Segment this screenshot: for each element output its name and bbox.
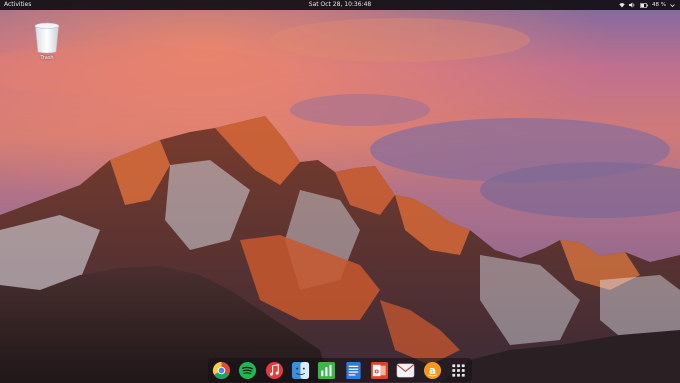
amazon-icon: a [423,361,441,379]
svg-text:o: o [374,367,379,375]
dock-finder-button[interactable] [291,361,310,380]
dock-mail-button[interactable] [396,361,415,380]
clock-area: Sat Oct 28, 10:36:48 [0,0,680,10]
chrome-icon [212,361,231,379]
trash-icon [30,22,64,54]
dock: o a [208,358,472,382]
desktop-screen: Activities Sat Oct 28, 10:36:48 48 % Tra… [0,0,680,383]
desktop-trash[interactable]: Trash [30,22,64,61]
dock-office-button[interactable]: o [370,361,389,380]
spotify-icon [239,361,257,379]
system-tray[interactable]: 48 % [619,0,675,10]
presentation-icon: o [370,361,389,379]
volume-icon [629,2,636,8]
clock-button[interactable]: Sat Oct 28, 10:36:48 [309,1,371,8]
battery-percentage: 48 % [652,2,666,8]
music-note-icon [265,361,283,379]
desktop-wallpaper [0,0,680,383]
document-icon [346,361,361,379]
dock-docs-button[interactable] [344,361,363,380]
dock-chrome-button[interactable] [212,361,231,380]
network-icon [619,2,625,8]
dock-amazon-button[interactable]: a [423,361,442,380]
spreadsheet-icon [318,361,336,379]
finder-icon [291,361,310,379]
dock-spotify-button[interactable] [238,361,257,380]
dock-numbers-button[interactable] [317,361,336,380]
battery-icon [640,2,648,8]
trash-label: Trash [40,55,54,61]
power-menu-icon [670,3,675,8]
app-grid-icon [452,363,465,377]
top-bar: Activities Sat Oct 28, 10:36:48 48 % [0,0,680,10]
dock-music-button[interactable] [265,361,284,380]
svg-text:a: a [429,364,436,376]
mail-icon [397,363,415,377]
dock-app-grid-button[interactable] [449,361,468,380]
